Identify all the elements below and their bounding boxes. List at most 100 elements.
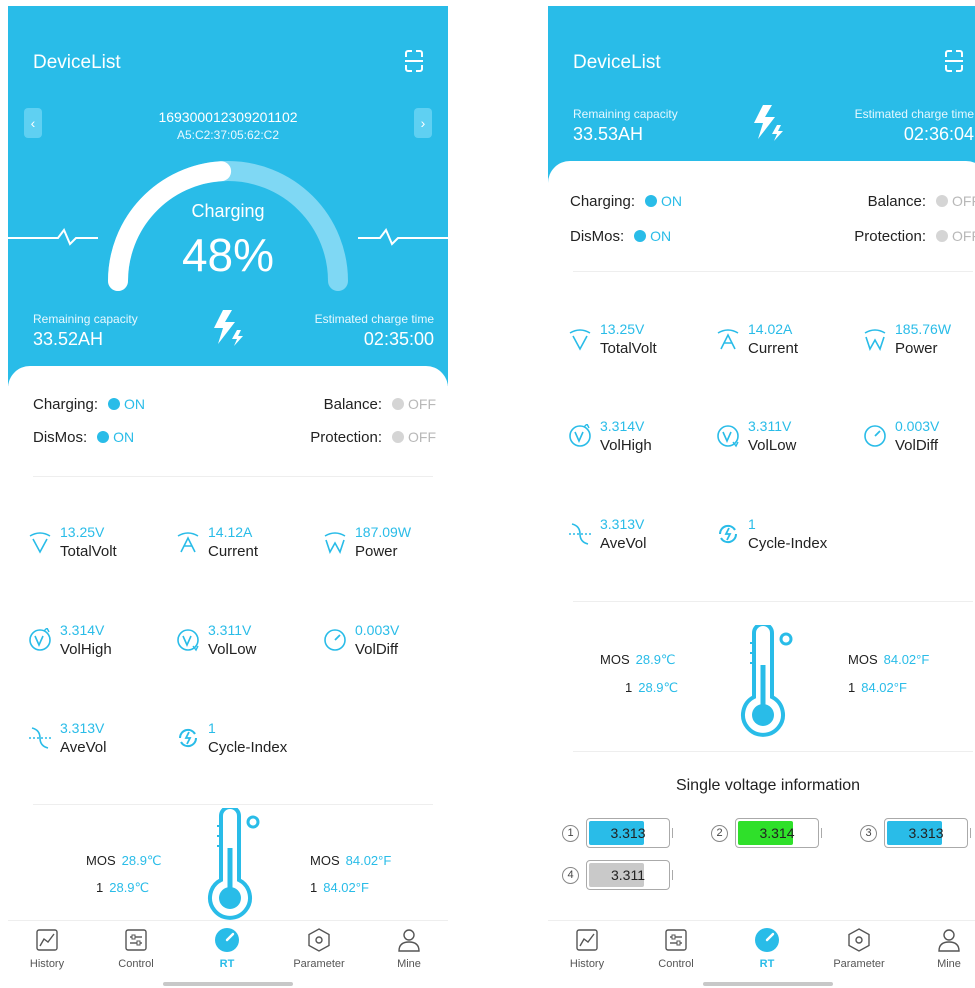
charging-status[interactable]: Charging: ON: [570, 193, 682, 210]
power-icon: [324, 532, 346, 554]
metric-vol-low: 3.311V VolLow: [716, 418, 856, 458]
metric-value: 3.311V: [748, 418, 792, 434]
temp-key: 1: [625, 680, 633, 695]
tab-parameter[interactable]: Parameter: [824, 927, 894, 970]
metric-label: Power: [895, 340, 938, 357]
dismos-dot: [97, 431, 110, 443]
protection-dot: [936, 230, 948, 242]
tab-rt[interactable]: RT: [192, 927, 262, 970]
status-card: Charging: ON Balance: OFF DisMos: ON Protec…: [8, 366, 448, 926]
charging-bolt-icon: [754, 105, 783, 141]
temp-value: 84.02°F: [861, 680, 907, 695]
metric-label: AveVol: [60, 739, 107, 756]
temp-row-1-f: 1 84.02°F: [310, 880, 369, 895]
tab-history[interactable]: History: [12, 927, 82, 970]
charging-status[interactable]: Charging: ON: [33, 396, 145, 413]
metric-label: Power: [355, 543, 398, 560]
metric-value: 0.003V: [895, 418, 940, 434]
protection-state: OFF: [408, 429, 436, 445]
gauge-icon: [864, 425, 886, 447]
protection-status[interactable]: Protection: OFF: [310, 429, 436, 446]
balance-label: Balance:: [323, 396, 382, 413]
page-title[interactable]: DeviceList: [573, 52, 661, 74]
protection-label: Protection:: [310, 429, 382, 446]
temp-key: 1: [96, 880, 104, 895]
metric-label: Current: [208, 543, 259, 560]
vol-low-icon: [177, 629, 199, 652]
metric-current: 14.12A Current: [176, 524, 316, 564]
dismos-state: ON: [650, 228, 672, 244]
cell-number: 1: [562, 825, 579, 842]
metric-total-volt: 13.25V TotalVolt: [568, 321, 708, 361]
scan-icon[interactable]: [404, 50, 424, 72]
metric-label: TotalVolt: [600, 340, 657, 357]
dismos-status[interactable]: DisMos: ON: [570, 228, 671, 245]
temp-key: 1: [310, 880, 318, 895]
metric-total-volt: 13.25V TotalVolt: [28, 524, 168, 564]
power-icon: [864, 329, 886, 351]
gauge-icon: [324, 629, 346, 651]
page-title[interactable]: DeviceList: [33, 52, 121, 74]
tab-label: History: [569, 958, 605, 970]
balance-state: OFF: [952, 193, 975, 209]
temp-row-1-c: 1 28.9℃: [625, 680, 678, 696]
tab-label: RT: [219, 958, 235, 970]
tab-history[interactable]: History: [552, 927, 622, 970]
header-panel: DeviceList Remaining capacity 33.53AH Es…: [548, 6, 975, 186]
tab-rt[interactable]: RT: [732, 927, 802, 970]
balance-status[interactable]: Balance: OFF: [868, 193, 975, 210]
tab-label: RT: [759, 958, 775, 970]
protection-status[interactable]: Protection: OFF: [854, 228, 975, 245]
tab-control[interactable]: Control: [641, 927, 711, 970]
tab-parameter[interactable]: Parameter: [284, 927, 354, 970]
device-id: 169300012309201102: [158, 109, 298, 125]
charge-time-label: Estimated charge time: [854, 107, 974, 121]
metric-value: 3.314V: [60, 622, 105, 638]
metric-value: 3.314V: [600, 418, 645, 434]
cell-voltage: 3.311: [611, 867, 645, 883]
temp-value: 84.02°F: [323, 880, 369, 895]
home-indicator[interactable]: [163, 982, 293, 986]
temp-value: 28.9℃: [121, 853, 162, 868]
tab-mine[interactable]: Mine: [914, 927, 975, 970]
cell-voltage-2: 2 3.314: [711, 816, 835, 850]
charging-dot: [645, 195, 658, 207]
protection-label: Protection:: [854, 228, 926, 245]
voltage-icon: [29, 532, 51, 554]
tab-label: History: [29, 958, 65, 970]
temp-value: 84.02°F: [345, 853, 392, 868]
balance-status[interactable]: Balance: OFF: [324, 396, 436, 413]
metric-current: 14.02A Current: [716, 321, 856, 361]
metric-cycle-index: 1 Cycle-Index: [176, 720, 316, 760]
temp-key: MOS: [310, 853, 340, 868]
cell-voltage-3: 3 3.313: [860, 816, 975, 850]
dismos-dot: [634, 230, 647, 242]
current-icon: [177, 532, 199, 553]
parameter-hex-icon: [848, 928, 870, 952]
metric-value: 13.25V: [60, 524, 105, 540]
home-indicator[interactable]: [703, 982, 833, 986]
battery-icon: 3.314: [735, 818, 819, 848]
battery-tip: [821, 828, 824, 838]
dismos-status[interactable]: DisMos: ON: [33, 429, 134, 446]
temp-row-mos-c: MOS 28.9℃: [600, 652, 676, 668]
scan-icon[interactable]: [944, 50, 964, 72]
divider: [573, 751, 973, 752]
temp-row-1-c: 1 28.9℃: [96, 880, 149, 896]
battery-tip: [672, 828, 675, 838]
tab-mine[interactable]: Mine: [374, 927, 444, 970]
charging-label: Charging:: [570, 193, 636, 210]
rt-gauge-icon: [755, 928, 779, 952]
user-icon: [398, 929, 420, 952]
balance-dot: [936, 195, 948, 207]
metric-label: Cycle-Index: [748, 535, 828, 552]
cell-voltage: 3.313: [610, 825, 646, 841]
tab-control[interactable]: Control: [101, 927, 171, 970]
rt-screen-charging-view: DeviceList ‹ › 169300012309201102 A5:C2:…: [8, 6, 448, 988]
balance-dot: [392, 398, 404, 410]
dismos-label: DisMos:: [33, 429, 88, 446]
metric-label: VolLow: [208, 641, 257, 658]
cell-number: 2: [711, 825, 728, 842]
vol-high-icon: [29, 628, 51, 651]
tab-label: Control: [118, 958, 154, 970]
